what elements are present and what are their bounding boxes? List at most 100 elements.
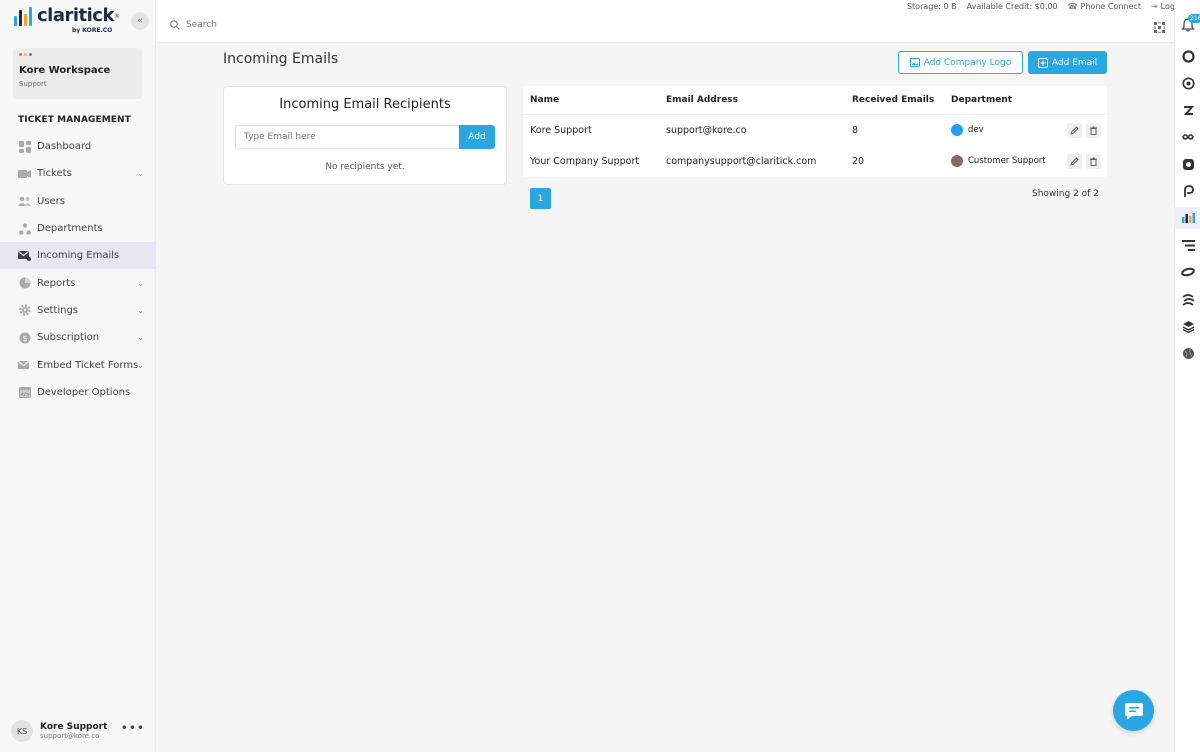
- sidebar-item-label: Reports: [37, 277, 76, 289]
- apps-rail: 216: [1174, 0, 1200, 752]
- chevron-down-icon: ⌄: [137, 333, 144, 343]
- add-company-logo-label: Add Company Logo: [923, 57, 1012, 68]
- phone-icon: ☎: [1067, 1, 1078, 11]
- reports-icon: [18, 277, 31, 290]
- user-profile[interactable]: KS Kore Support support@kore.co •••: [11, 716, 151, 746]
- edit-button[interactable]: [1067, 122, 1082, 138]
- app-target-icon[interactable]: [1181, 76, 1195, 90]
- pagination-showing-text: Showing 2 of 2: [1032, 189, 1099, 199]
- sidebar: claritick ® by KORE.CO « Kore Workspace S…: [0, 0, 156, 752]
- column-header-email[interactable]: Email Address: [659, 86, 845, 115]
- edit-button[interactable]: [1067, 153, 1082, 169]
- users-icon: [18, 195, 31, 208]
- credit-status: Available Credit: $0.00: [967, 2, 1058, 11]
- add-company-logo-button[interactable]: Add Company Logo: [898, 51, 1023, 74]
- recipients-card: Incoming Email Recipients Add No recipie…: [223, 86, 507, 185]
- add-email-label: Add Email: [1051, 57, 1098, 68]
- cell-email: companysupport@claritick.com: [666, 155, 817, 167]
- chevron-down-icon: ⌄: [137, 278, 144, 288]
- app-chat-badge-icon[interactable]: [1181, 157, 1195, 171]
- sidebar-item-label: Embed Ticket Forms: [37, 359, 139, 371]
- add-recipient-button[interactable]: Add: [459, 125, 495, 149]
- sidebar-item-label: Incoming Emails: [37, 250, 120, 262]
- app-swirl-icon[interactable]: [1181, 103, 1195, 117]
- sidebar-item-developer-options[interactable]: </> Developer Options: [0, 379, 156, 406]
- cell-department: dev: [944, 114, 1059, 146]
- app-ring-icon[interactable]: [1181, 49, 1195, 63]
- apps-grid-icon[interactable]: [1154, 22, 1165, 33]
- code-icon: </>: [18, 386, 31, 399]
- dashboard-icon: [18, 140, 31, 153]
- sidebar-item-dashboard[interactable]: Dashboard: [0, 133, 156, 160]
- cell-received: 20: [852, 155, 865, 167]
- email-table: Name Email Address Received Emails Depar…: [523, 86, 1107, 177]
- app-wave-icon[interactable]: [1181, 292, 1195, 306]
- main-content: Incoming Emails Add Company Logo Add Ema…: [156, 43, 1174, 752]
- status-strip: Storage: 0 B Available Credit: $0.00 ☎ P…: [156, 0, 1200, 12]
- cell-actions: [1059, 114, 1107, 146]
- department-label: Customer Support: [968, 156, 1046, 166]
- storage-text: Storage: 0 B: [906, 1, 957, 11]
- column-header-received[interactable]: Received Emails: [845, 86, 944, 115]
- cell-actions: [1059, 146, 1107, 177]
- search-bar[interactable]: [170, 20, 386, 30]
- column-header-name[interactable]: Name: [523, 86, 659, 115]
- pagination-page-1[interactable]: 1: [530, 188, 551, 209]
- sidebar-item-label: Departments: [37, 223, 103, 235]
- add-email-button[interactable]: Add Email: [1028, 51, 1107, 74]
- svg-text:</>: </>: [20, 392, 29, 398]
- delete-button[interactable]: [1086, 153, 1101, 169]
- recipient-email-input[interactable]: [235, 125, 459, 149]
- delete-button[interactable]: [1086, 122, 1101, 138]
- sidebar-item-settings[interactable]: Settings ⌄: [0, 297, 156, 324]
- avatar: KS: [11, 720, 33, 742]
- storage-status: Storage: 0 B: [907, 2, 957, 11]
- registered-mark: ®: [113, 12, 120, 20]
- pencil-icon: [1070, 125, 1079, 135]
- department-label: dev: [968, 125, 984, 135]
- search-input[interactable]: [186, 20, 386, 30]
- recipients-title: Incoming Email Recipients: [279, 97, 451, 112]
- cell-received: 8: [852, 124, 859, 136]
- chat-widget-button[interactable]: [1113, 690, 1154, 731]
- cell-name: Your Company Support: [530, 155, 640, 167]
- brand-name: claritick: [37, 5, 114, 26]
- sidebar-item-label: Users: [37, 195, 66, 207]
- app-claritick-icon[interactable]: [1175, 207, 1200, 229]
- workspace-role: Support: [19, 80, 47, 88]
- notification-badge: 216: [1188, 14, 1200, 23]
- table-row[interactable]: Kore Support support@kore.co 8 dev: [523, 114, 1107, 146]
- app-infinity-icon[interactable]: [1181, 130, 1195, 144]
- department-color-dot: [951, 124, 963, 136]
- department-color-dot: [951, 155, 963, 167]
- sidebar-item-label: Settings: [37, 304, 79, 316]
- chevron-down-icon: ⌄: [137, 169, 144, 179]
- logout-icon: ⇥: [1150, 1, 1158, 11]
- brand-sub: by KORE.CO: [72, 27, 113, 34]
- sidebar-item-label: Tickets: [37, 168, 72, 180]
- sidebar-item-subscription[interactable]: $ Subscription ⌄: [0, 324, 156, 351]
- phone-connect-link[interactable]: ☎ Phone Connect: [1068, 2, 1141, 11]
- column-header-department[interactable]: Department: [944, 86, 1059, 115]
- sidebar-item-users[interactable]: Users: [0, 188, 156, 215]
- app-key-icon[interactable]: [1181, 184, 1195, 198]
- workspace-name: Kore Workspace: [19, 65, 111, 76]
- app-link-icon[interactable]: [1181, 265, 1195, 279]
- app-stack-icon[interactable]: [1181, 319, 1195, 333]
- sidebar-item-departments[interactable]: Departments: [0, 215, 156, 242]
- embed-icon: [18, 359, 31, 372]
- trash-icon: [1090, 157, 1097, 166]
- app-globe-icon[interactable]: [1181, 346, 1195, 360]
- workspace-switcher[interactable]: Kore Workspace Support: [13, 48, 142, 99]
- sidebar-item-embed-ticket-forms[interactable]: Embed Ticket Forms ⌄: [0, 351, 156, 378]
- table-row[interactable]: Your Company Support companysupport@clar…: [523, 146, 1107, 177]
- cell-department: Customer Support: [944, 146, 1059, 177]
- more-options-icon[interactable]: •••: [121, 721, 145, 735]
- collapse-sidebar-button[interactable]: «: [131, 12, 149, 30]
- brand-logo[interactable]: claritick ®: [14, 6, 120, 26]
- sidebar-item-tickets[interactable]: Tickets ⌄: [0, 160, 156, 187]
- sidebar-item-label: Subscription: [37, 332, 100, 344]
- sidebar-item-reports[interactable]: Reports ⌄: [0, 269, 156, 296]
- sidebar-item-incoming-emails[interactable]: Incoming Emails: [0, 242, 156, 270]
- app-lines-icon[interactable]: [1181, 238, 1195, 252]
